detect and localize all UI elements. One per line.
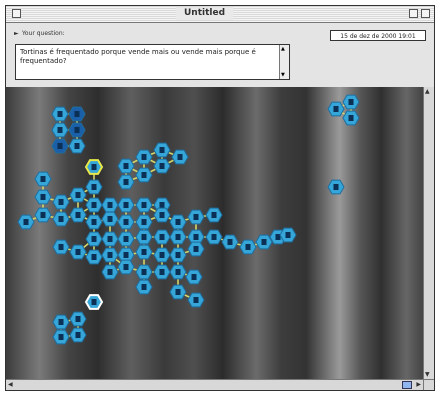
graph-node-core: [75, 316, 81, 322]
graph-node-core: [159, 147, 165, 153]
graph-node-core: [74, 111, 80, 117]
graph-node-core: [245, 244, 251, 250]
graph-node-core: [58, 319, 64, 325]
graph-node-core: [123, 236, 129, 242]
graph-node-core: [159, 269, 165, 275]
graph-node-core: [91, 236, 97, 242]
scroll-up-icon[interactable]: ▲: [425, 88, 430, 95]
graph-node-core: [123, 219, 129, 225]
date-field: 15 de dez de 2000 19:01: [330, 30, 426, 41]
resize-grip-icon[interactable]: [423, 379, 434, 390]
graph-node-core: [141, 172, 147, 178]
graph-node-core: [177, 154, 183, 160]
graph-node-core: [141, 284, 147, 290]
graph-node-core: [141, 219, 147, 225]
graph-node-core: [123, 179, 129, 185]
vertical-scrollbar[interactable]: ▲ ▼: [423, 87, 434, 379]
graph-node-core: [91, 202, 97, 208]
graph-node-core: [193, 234, 199, 240]
window-title: Untitled: [176, 7, 234, 20]
graph-node-core: [40, 176, 46, 182]
graph-node-core: [91, 219, 97, 225]
scroll-down-icon[interactable]: ▼: [281, 72, 285, 78]
graph-node-core: [175, 289, 181, 295]
scroll-thumb[interactable]: [402, 381, 412, 389]
graph-node-core: [75, 212, 81, 218]
graph-node-core: [123, 202, 129, 208]
scroll-left-icon[interactable]: ◀: [8, 381, 13, 388]
graph-node-core: [57, 111, 63, 117]
graph-node-core: [75, 332, 81, 338]
question-header: ► Your question: 15 de dez de 2000 19:01…: [6, 23, 434, 87]
graph-node-core: [74, 127, 80, 133]
graph-node-core: [285, 232, 291, 238]
graph-node-core: [75, 249, 81, 255]
graph-node-core: [159, 252, 165, 258]
graph-node-core: [58, 199, 64, 205]
graph-node-core: [91, 254, 97, 260]
zoom-box-icon[interactable]: [409, 9, 418, 18]
graph-node-core: [159, 202, 165, 208]
graph-node-core: [175, 234, 181, 240]
graph-node-core: [91, 164, 97, 170]
graph-node-core: [58, 244, 64, 250]
graph-node-core: [191, 274, 197, 280]
triangle-right-icon[interactable]: ►: [14, 30, 19, 37]
graph-node-core: [141, 269, 147, 275]
graph-node-core: [333, 184, 339, 190]
graph-node-core: [175, 219, 181, 225]
graph-node-core: [261, 239, 267, 245]
graph-node-core: [141, 202, 147, 208]
graph-node-core: [141, 249, 147, 255]
graph-node-core: [107, 202, 113, 208]
graph-node-core: [159, 163, 165, 169]
graph-node-core: [58, 334, 64, 340]
graph-node-core: [107, 252, 113, 258]
graph-node-core: [159, 212, 165, 218]
graph-node-core: [159, 234, 165, 240]
graph-node-core: [348, 99, 354, 105]
graph-node-core: [175, 269, 181, 275]
graph-node-core: [74, 143, 80, 149]
graph-node-core: [141, 154, 147, 160]
graph-node-core: [123, 252, 129, 258]
graph-node-core: [193, 246, 199, 252]
graph-node-core: [40, 212, 46, 218]
question-scrollbar[interactable]: ▲ ▼: [279, 45, 289, 79]
graph-node-core: [75, 192, 81, 198]
graph-node-core: [333, 106, 339, 112]
scroll-up-icon[interactable]: ▲: [281, 46, 285, 52]
graph-node-core: [211, 212, 217, 218]
graph-node-core: [227, 239, 233, 245]
scroll-right-icon[interactable]: ▶: [416, 381, 421, 388]
graph-node-core: [141, 234, 147, 240]
graph-node-core: [123, 163, 129, 169]
graph-node-core: [107, 269, 113, 275]
graph-node-core: [211, 234, 217, 240]
graph-node-core: [91, 299, 97, 305]
title-bar[interactable]: Untitled: [6, 6, 434, 23]
graph-canvas[interactable]: [6, 87, 423, 379]
question-textarea[interactable]: Tortinas é frequentado porque vende mais…: [15, 44, 290, 80]
graph-node-core: [57, 127, 63, 133]
graph-node-core: [107, 216, 113, 222]
graph-node-core: [23, 219, 29, 225]
graph-node-core: [193, 214, 199, 220]
graph-node-core: [175, 252, 181, 258]
graph-node-core: [348, 115, 354, 121]
graph-node-core: [91, 184, 97, 190]
graph-node-core: [58, 216, 64, 222]
window: Untitled ► Your question: 15 de dez de 2…: [5, 5, 435, 391]
graph-node-core: [57, 143, 63, 149]
horizontal-scrollbar[interactable]: ◀ ▶: [6, 379, 423, 390]
close-box-icon[interactable]: [12, 9, 21, 18]
question-label: Your question:: [22, 30, 65, 37]
graph-node-core: [193, 297, 199, 303]
question-text[interactable]: Tortinas é frequentado porque vende mais…: [20, 48, 275, 66]
scroll-down-icon[interactable]: ▼: [425, 371, 430, 378]
collapse-box-icon[interactable]: [421, 9, 430, 18]
graph-node-core: [40, 194, 46, 200]
graph-node-core: [107, 236, 113, 242]
graph-node-core: [123, 264, 129, 270]
